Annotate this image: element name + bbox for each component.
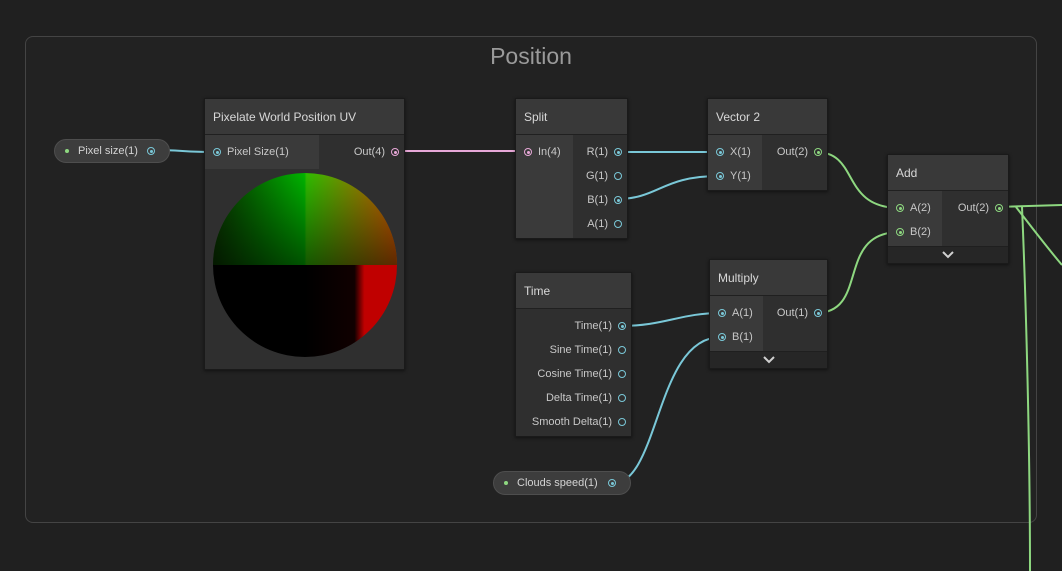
input-port-x[interactable]: X(1) (708, 140, 762, 164)
port-label: Out(4) (353, 146, 385, 158)
input-port-y[interactable]: Y(1) (708, 164, 762, 188)
port-label: X(1) (730, 146, 751, 158)
preview-sphere-image (213, 173, 397, 357)
output-port-icon[interactable] (618, 394, 626, 402)
node-title[interactable]: Pixelate World Position UV (205, 99, 404, 135)
node-vector-2[interactable]: Vector 2 X(1) Y(1) Out(2) (707, 98, 828, 191)
port-label: In(4) (538, 146, 561, 158)
input-port-a[interactable]: A(2) (888, 196, 942, 220)
input-port-icon[interactable] (718, 309, 726, 317)
port-label: Out(2) (776, 146, 808, 158)
node-pixelate-world-position-uv[interactable]: Pixelate World Position UV Pixel Size(1)… (204, 98, 405, 370)
property-clouds-speed[interactable]: Clouds speed(1) (493, 471, 631, 495)
chevron-down-icon (942, 251, 954, 259)
output-port-time[interactable]: Time(1) (516, 314, 631, 338)
chevron-down-icon (762, 356, 775, 364)
input-port-pixel-size[interactable]: Pixel Size(1) (205, 140, 319, 164)
output-port-icon[interactable] (814, 309, 822, 317)
input-port-icon[interactable] (716, 148, 724, 156)
output-port-cosine-time[interactable]: Cosine Time(1) (516, 362, 631, 386)
node-preview (205, 169, 404, 369)
port-label: B(1) (587, 194, 608, 206)
input-port-icon[interactable] (524, 148, 532, 156)
input-port-icon[interactable] (213, 148, 221, 156)
property-pixel-size[interactable]: Pixel size(1) (54, 139, 170, 163)
output-port-icon[interactable] (618, 418, 626, 426)
port-label: B(2) (910, 226, 931, 238)
output-port-delta-time[interactable]: Delta Time(1) (516, 386, 631, 410)
output-port-r[interactable]: R(1) (573, 140, 627, 164)
port-label: Out(2) (957, 202, 989, 214)
output-port-icon[interactable] (814, 148, 822, 156)
output-port-icon[interactable] (618, 370, 626, 378)
output-port-icon[interactable] (614, 196, 622, 204)
output-port-out[interactable]: Out(1) (763, 301, 827, 325)
output-port-icon[interactable] (618, 322, 626, 330)
node-title[interactable]: Vector 2 (708, 99, 827, 135)
port-label: Smooth Delta(1) (531, 416, 612, 428)
output-port-icon[interactable] (618, 346, 626, 354)
port-label: Delta Time(1) (545, 392, 612, 404)
port-label: Out(1) (776, 307, 808, 319)
port-label: Sine Time(1) (549, 344, 612, 356)
output-port-out[interactable]: Out(2) (762, 140, 827, 164)
output-port-b[interactable]: B(1) (573, 188, 627, 212)
node-title[interactable]: Multiply (710, 260, 827, 296)
port-label: Time(1) (574, 320, 612, 332)
node-title[interactable]: Split (516, 99, 627, 135)
node-split[interactable]: Split In(4) R(1) G(1) B(1) A(1) (515, 98, 628, 239)
property-indicator-icon (65, 149, 69, 153)
port-label: R(1) (586, 146, 608, 158)
port-label: A(2) (910, 202, 931, 214)
output-port-icon[interactable] (391, 148, 399, 156)
input-port-b[interactable]: B(2) (888, 220, 942, 244)
port-label: A(1) (587, 218, 608, 230)
input-port-in[interactable]: In(4) (516, 140, 573, 164)
output-port-out[interactable]: Out(4) (319, 140, 404, 164)
output-port-icon[interactable] (995, 204, 1003, 212)
port-label: Cosine Time(1) (537, 368, 612, 380)
property-label: Clouds speed(1) (517, 477, 598, 489)
output-port-icon[interactable] (608, 479, 616, 487)
node-title[interactable]: Time (516, 273, 631, 309)
input-port-b[interactable]: B(1) (710, 325, 763, 349)
port-label: A(1) (732, 307, 753, 319)
output-port-g[interactable]: G(1) (573, 164, 627, 188)
port-label: G(1) (586, 170, 608, 182)
input-port-a[interactable]: A(1) (710, 301, 763, 325)
port-label: Pixel Size(1) (227, 146, 289, 158)
output-port-sine-time[interactable]: Sine Time(1) (516, 338, 631, 362)
expand-button[interactable] (710, 351, 827, 368)
node-title[interactable]: Add (888, 155, 1008, 191)
output-port-a[interactable]: A(1) (573, 212, 627, 236)
output-port-smooth-delta[interactable]: Smooth Delta(1) (516, 410, 631, 434)
node-add[interactable]: Add A(2) B(2) Out(2) (887, 154, 1009, 264)
port-label: B(1) (732, 331, 753, 343)
output-port-icon[interactable] (614, 148, 622, 156)
input-port-icon[interactable] (716, 172, 724, 180)
node-multiply[interactable]: Multiply A(1) B(1) Out(1) (709, 259, 828, 369)
input-port-icon[interactable] (896, 204, 904, 212)
node-time[interactable]: Time Time(1) Sine Time(1) Cosine Time(1)… (515, 272, 632, 437)
port-label: Y(1) (730, 170, 751, 182)
input-port-icon[interactable] (896, 228, 904, 236)
expand-button[interactable] (888, 246, 1008, 263)
input-port-icon[interactable] (718, 333, 726, 341)
output-port-icon[interactable] (614, 172, 622, 180)
group-title[interactable]: Position (26, 43, 1036, 70)
output-port-icon[interactable] (147, 147, 155, 155)
property-indicator-icon (504, 481, 508, 485)
property-label: Pixel size(1) (78, 145, 138, 157)
output-port-icon[interactable] (614, 220, 622, 228)
output-port-out[interactable]: Out(2) (942, 196, 1008, 220)
